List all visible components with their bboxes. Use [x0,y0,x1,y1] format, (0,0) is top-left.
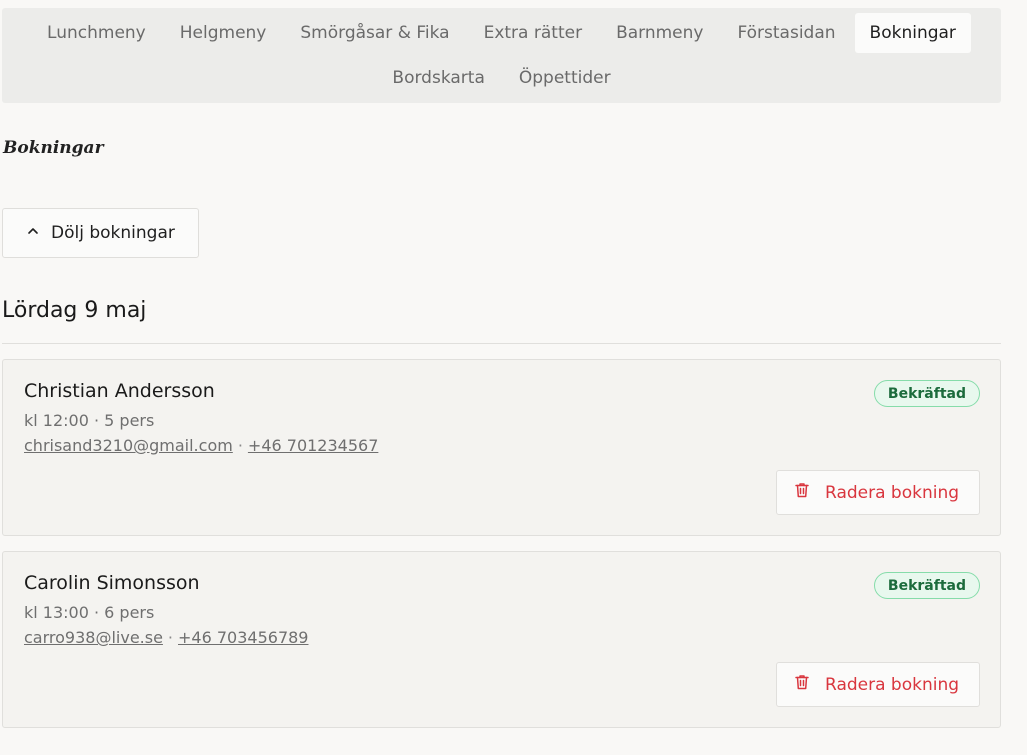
booking-meta: kl 13:00 · 6 pers [24,603,155,622]
chevron-up-icon [25,223,41,244]
delete-booking-label: Radera bokning [825,674,960,695]
hide-bookings-button[interactable]: Dölj bokningar [2,208,199,258]
tab-helgmeny[interactable]: Helgmeny [165,13,282,53]
email-link[interactable]: carro938@live.se [24,628,163,647]
tab-oppettider[interactable]: Öppettider [504,58,626,98]
booking-contact: carro938@live.se · +46 703456789 [24,628,308,647]
nav-row-1: Lunchmeny Helgmeny Smörgåsar & Fika Extr… [2,13,1001,53]
tab-forstasidan[interactable]: Förstasidan [722,13,850,53]
delete-booking-button[interactable]: Radera bokning [776,662,980,707]
main-nav: Lunchmeny Helgmeny Smörgåsar & Fika Extr… [2,8,1001,103]
delete-booking-label: Radera bokning [825,482,960,503]
email-link[interactable]: chrisand3210@gmail.com [24,436,233,455]
booking-contact: chrisand3210@gmail.com · +46 701234567 [24,436,378,455]
page-title: Bokningar [3,138,104,158]
booking-card: Carolin Simonsson kl 13:00 · 6 pers carr… [2,551,1001,728]
trash-icon [793,673,811,696]
tab-barnmeny[interactable]: Barnmeny [601,13,718,53]
bookings-page: Lunchmeny Helgmeny Smörgåsar & Fika Extr… [0,0,1027,755]
guest-name: Christian Andersson [24,380,215,402]
delete-booking-button[interactable]: Radera bokning [776,470,980,515]
tab-bordskarta[interactable]: Bordskarta [377,58,499,98]
phone-link[interactable]: +46 701234567 [248,436,378,455]
trash-icon [793,481,811,504]
booking-card: Christian Andersson kl 12:00 · 5 pers ch… [2,359,1001,536]
divider [2,343,1001,344]
status-badge: Bekräftad [873,380,980,407]
guest-name: Carolin Simonsson [24,572,200,594]
tab-lunchmeny[interactable]: Lunchmeny [32,13,161,53]
nav-row-2: Bordskarta Öppettider [2,58,1001,98]
booking-meta: kl 12:00 · 5 pers [24,411,155,430]
tab-extra-ratter[interactable]: Extra rätter [469,13,597,53]
tab-smorgasar-fika[interactable]: Smörgåsar & Fika [285,13,464,53]
day-heading: Lördag 9 maj [2,298,147,323]
contact-separator: · [167,628,174,647]
contact-separator: · [237,436,243,455]
tab-bokningar[interactable]: Bokningar [854,13,971,53]
hide-bookings-label: Dölj bokningar [51,223,175,243]
status-badge: Bekräftad [873,572,980,599]
phone-link[interactable]: +46 703456789 [178,628,308,647]
